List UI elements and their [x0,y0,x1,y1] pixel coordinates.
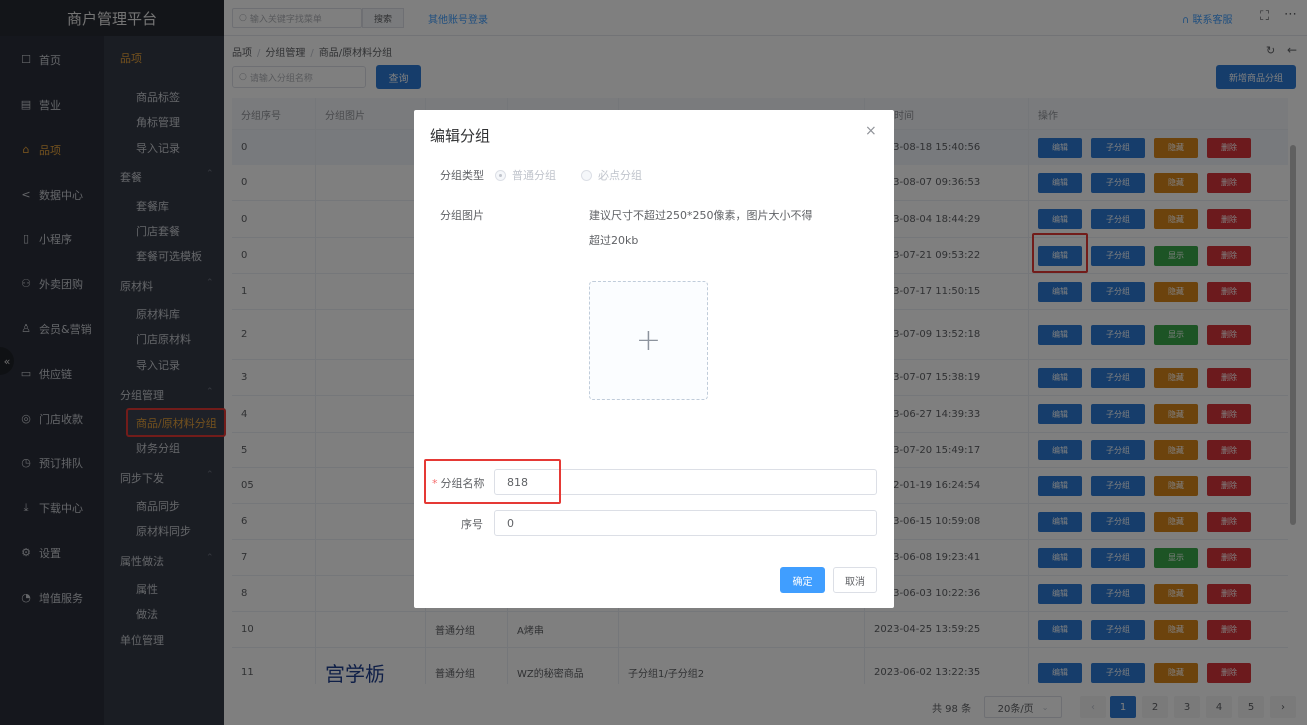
highlight-box-name [424,459,561,504]
dialog-title: 编辑分组 [430,127,491,145]
radio-normal-group[interactable]: 普通分组 [495,167,556,183]
plus-icon: + [635,323,662,358]
order-label: 序号 [461,518,483,531]
radio-required-group[interactable]: 必点分组 [581,167,642,183]
confirm-button[interactable]: 确定 [780,567,825,593]
cancel-button[interactable]: 取消 [833,567,877,593]
group-type-label: 分组类型 [440,169,484,182]
upload-hint: 建议尺寸不超过250*250像素，图片大小不得 [589,209,813,222]
upload-hint: 超过20kb [589,234,639,247]
image-upload-box[interactable]: + [589,281,708,400]
order-input[interactable]: 0 [494,510,877,536]
group-image-label: 分组图片 [440,209,484,222]
close-icon[interactable]: × [865,123,877,139]
radio-icon [495,169,506,181]
edit-group-dialog: 编辑分组 × 分组类型 普通分组 必点分组 分组图片 建议尺寸不超过250*25… [414,110,894,608]
radio-icon [581,169,592,181]
